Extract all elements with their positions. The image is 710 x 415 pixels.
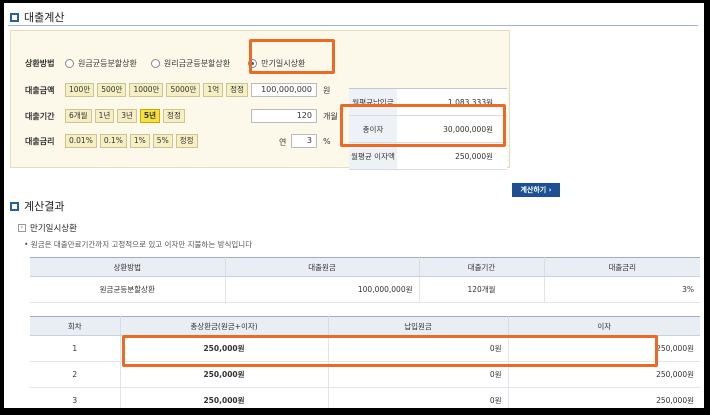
period-chip-6m[interactable]: 6개월 [65, 109, 92, 123]
table-row: 3 250,000원 0원 250,000원 [30, 387, 700, 408]
schedule-cell-round: 2 [30, 361, 121, 388]
rate-chip-5[interactable]: 5% [152, 134, 173, 148]
radio-method-1[interactable]: 원리금균등분할상환 [150, 58, 230, 69]
highlight-box-summary [340, 104, 506, 147]
info-cell-rate: 3% [544, 276, 700, 303]
table-row: 원금균등분할상환 100,000,000원 120개월 3% [30, 276, 700, 303]
radio-circle-icon [150, 58, 160, 68]
page: 대출계산 상환방법 원금균등분할상환 원리금균등분할상환 만기일시상환 대출금액… [4, 3, 704, 408]
period-chip-5y[interactable]: 5년 [139, 109, 161, 123]
amount-unit: 원 [323, 86, 331, 95]
amount-row: 대출금액 100만 500만 1000만 5000만 1억 정정 [11, 82, 251, 98]
info-cell-principal: 100,000,000원 [225, 276, 420, 303]
header-divider [8, 25, 698, 26]
method-label: 상환방법 [25, 58, 55, 68]
amount-label: 대출금액 [25, 85, 55, 95]
calculate-button[interactable]: 계산하기 › [512, 183, 560, 197]
info-header-period: 대출기간 [419, 257, 545, 277]
schedule-header-round: 회차 [30, 316, 121, 336]
schedule-cell-total: 250,000원 [120, 387, 329, 408]
amount-chip-1eok[interactable]: 1억 [203, 83, 224, 97]
schedule-header-total: 총상환금(원금+이자) [120, 316, 329, 336]
section-square-icon [10, 12, 19, 22]
amount-input[interactable]: 100,000,000 [251, 83, 317, 97]
period-chip-1y[interactable]: 1년 [94, 109, 115, 123]
highlight-box-method [249, 39, 335, 74]
schedule-cell-principal: 0원 [328, 387, 509, 408]
results-note: • 원금은 대출만료기간까지 고정적으로 있고 이자만 지불하는 방식입니다 [24, 240, 253, 249]
rate-unit: % [323, 137, 331, 146]
period-unit: 개월 [323, 112, 338, 121]
period-reset-button[interactable]: 정정 [163, 109, 185, 123]
info-cell-method: 원금균등분할상환 [30, 276, 226, 303]
rate-chip-1[interactable]: 1% [129, 134, 150, 148]
schedule-cell-round: 1 [30, 335, 121, 362]
amount-chip-1000man[interactable]: 1000만 [129, 83, 164, 97]
amount-chip-100man[interactable]: 100만 [65, 83, 95, 97]
period-chip-3y[interactable]: 3년 [117, 109, 137, 123]
radio-circle-icon [65, 58, 74, 68]
schedule-cell-interest: 250,000원 [508, 387, 700, 408]
page-title: 대출계산 [24, 11, 65, 24]
loan-calc-header: 대출계산 [10, 9, 64, 25]
schedule-cell-round: 3 [30, 387, 121, 408]
arrow-right-icon: › [18, 224, 26, 232]
amount-reset-button[interactable]: 정정 [226, 83, 248, 97]
schedule-header-row: 회차 총상환금(원금+이자) 납입원금 이자 [30, 316, 700, 336]
radio-method-0[interactable]: 원금균등분할상환 [65, 58, 137, 69]
results-header: 계산결과 [10, 198, 64, 214]
rate-reset-button[interactable]: 정정 [175, 134, 198, 148]
amount-chip-5000man[interactable]: 5000만 [166, 83, 201, 97]
schedule-header-interest: 이자 [508, 316, 700, 336]
period-input[interactable]: 120 [251, 109, 317, 123]
highlight-box-row-1 [122, 335, 658, 367]
rate-row: 대출금리 0.01% 0.1% 1% 5% 정정 [11, 133, 201, 149]
schedule-header-principal: 납입원금 [328, 316, 509, 336]
amount-chip-500man[interactable]: 500만 [97, 83, 127, 97]
results-subtitle: › 만기일시상환 [18, 222, 77, 234]
info-cell-period: 120개월 [419, 276, 545, 303]
rate-label: 대출금리 [25, 136, 55, 146]
period-label: 대출기간 [25, 111, 55, 121]
info-header-method: 상환방법 [30, 257, 226, 277]
period-row: 대출기간 6개월 1년 3년 5년 정정 [11, 108, 188, 124]
section-square-icon [10, 201, 19, 211]
summary-row: 월평균 이자액 250,000원 [349, 143, 507, 170]
rate-chip-01[interactable]: 0.1% [99, 134, 127, 148]
info-header-rate: 대출금리 [544, 257, 700, 277]
rate-chip-001[interactable]: 0.01% [65, 134, 97, 148]
info-table: 상환방법 대출원금 대출기간 대출금리 원금균등분할상환 100,000,000… [30, 257, 700, 303]
info-header-principal: 대출원금 [225, 257, 420, 277]
info-header-row: 상환방법 대출원금 대출기간 대출금리 [30, 257, 700, 277]
results-title: 계산결과 [24, 200, 65, 213]
rate-input[interactable]: 3 [291, 134, 317, 148]
rate-prefix: 연 [279, 138, 287, 147]
